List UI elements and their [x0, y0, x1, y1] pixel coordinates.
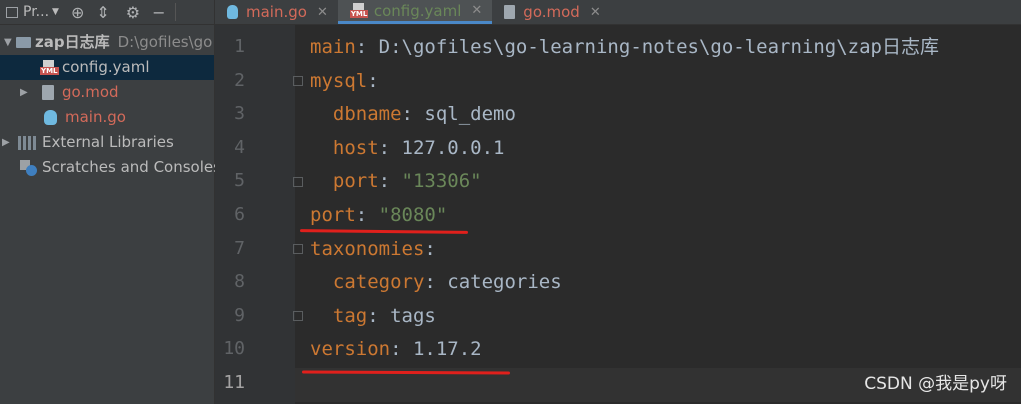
tree-item-scratches[interactable]: Scratches and Consoles — [20, 155, 221, 180]
hide-panel-icon[interactable]: − — [152, 3, 165, 22]
yaml-string-value: "8080" — [378, 204, 448, 226]
yaml-key: version — [310, 338, 391, 361]
root-folder-path: D:\gofiles\go — [117, 33, 213, 51]
line-number: 9 — [234, 304, 245, 326]
project-view-title[interactable]: Pr... — [23, 4, 49, 20]
fold-marker-icon[interactable] — [293, 244, 303, 254]
yaml-value: D:\gofiles\go-learning-notes\go-learning… — [378, 36, 939, 58]
line-number: 4 — [234, 136, 245, 158]
code-line: main: D:\gofiles\go-learning-notes\go-le… — [310, 36, 939, 58]
locate-file-icon[interactable]: ⊕ — [71, 3, 84, 22]
gear-icon[interactable]: ⚙ — [126, 3, 140, 22]
tree-item-label: Scratches and Consoles — [42, 158, 221, 176]
yaml-file-icon: YML — [349, 2, 369, 19]
tab-go-mod[interactable]: go.mod ✕ — [492, 0, 610, 24]
tree-item-external-libraries[interactable]: ▶ External Libraries — [2, 130, 174, 155]
tree-item-label: External Libraries — [42, 133, 174, 151]
close-icon[interactable]: ✕ — [471, 3, 482, 18]
expand-arrow-icon[interactable]: ▶ — [2, 130, 18, 155]
yaml-key: tag — [332, 304, 368, 327]
line-number: 5 — [234, 170, 245, 192]
file-label: go.mod — [62, 83, 119, 101]
expand-arrow-icon[interactable]: ▶ — [20, 80, 32, 105]
yaml-key: port — [332, 170, 379, 193]
code-line: mysql: — [310, 69, 379, 92]
code-line: version: 1.17.2 — [310, 338, 482, 361]
yaml-value: 127.0.0.1 — [401, 136, 505, 159]
go-file-icon — [44, 110, 57, 125]
toolbar-divider — [174, 3, 176, 21]
yaml-key: host — [332, 136, 379, 159]
tree-root-folder[interactable]: ▼ zap日志库 D:\gofiles\go — [4, 30, 212, 55]
scratches-icon — [20, 160, 38, 176]
project-view-icon[interactable] — [6, 6, 18, 18]
libraries-icon — [18, 135, 36, 150]
code-line: dbname: sql_demo — [332, 103, 516, 126]
line-number: 2 — [234, 69, 245, 91]
fold-marker-icon[interactable] — [293, 311, 303, 321]
tab-label: main.go — [246, 3, 307, 21]
line-number: 8 — [234, 271, 245, 293]
go-mod-file-icon — [504, 5, 516, 19]
yaml-key: dbname — [332, 103, 402, 126]
code-line: category: categories — [332, 271, 562, 294]
yaml-key: category — [332, 271, 425, 294]
tree-item-main-go[interactable]: main.go — [44, 105, 126, 130]
yaml-key: port — [310, 204, 356, 226]
tree-item-go-mod[interactable]: ▶ go.mod — [20, 80, 119, 105]
yaml-key: taxonomies — [310, 237, 425, 260]
folder-icon — [16, 37, 31, 48]
line-number: 3 — [234, 103, 245, 125]
code-line: tag: tags — [332, 304, 436, 327]
yaml-string-value: "13306" — [401, 170, 482, 193]
fold-marker-icon[interactable] — [293, 76, 303, 86]
code-line: host: 127.0.0.1 — [332, 136, 505, 159]
tab-main-go[interactable]: main.go ✕ — [215, 0, 338, 24]
yaml-value: categories — [447, 271, 562, 294]
code-line: port: "13306" — [332, 170, 482, 193]
go-file-icon — [227, 5, 238, 19]
project-panel: Pr... ▼ ⊕ ⇕ ⚙ − ▼ zap日志库 D:\gofiles\go Y… — [0, 0, 221, 404]
yaml-value: tags — [390, 304, 436, 327]
go-mod-file-icon — [42, 85, 54, 100]
collapse-all-icon[interactable]: ⇕ — [96, 3, 109, 22]
yaml-key: main — [310, 36, 356, 58]
project-toolbar: Pr... ▼ ⊕ ⇕ ⚙ − — [0, 0, 214, 25]
expand-arrow-icon[interactable]: ▼ — [4, 30, 16, 55]
line-number: 10 — [223, 338, 245, 360]
close-icon[interactable]: ✕ — [590, 5, 601, 20]
line-number: 7 — [234, 237, 245, 259]
tab-label: go.mod — [523, 3, 580, 21]
watermark-text: CSDN @我是py呀 — [864, 374, 1007, 394]
file-label: config.yaml — [62, 58, 150, 76]
yaml-value: sql_demo — [424, 103, 516, 126]
file-label: main.go — [65, 108, 126, 126]
close-icon[interactable]: ✕ — [317, 5, 328, 20]
code-line: taxonomies: — [310, 237, 436, 260]
fold-marker-icon[interactable] — [293, 177, 303, 187]
line-number: 1 — [234, 36, 245, 57]
yaml-value: 1.17.2 — [412, 338, 482, 361]
code-line: port: "8080" — [310, 204, 448, 226]
yaml-file-icon: YML — [40, 59, 59, 76]
line-number: 11 — [223, 372, 245, 393]
yaml-key: mysql — [310, 69, 368, 92]
line-number: 6 — [234, 204, 245, 225]
tab-config-yaml[interactable]: YML config.yaml ✕ — [337, 0, 493, 24]
dropdown-arrow-icon[interactable]: ▼ — [52, 7, 59, 17]
editor-tabs: main.go ✕ YML config.yaml ✕ go.mod ✕ — [215, 0, 1021, 25]
tree-item-config-yaml[interactable]: YML config.yaml — [40, 55, 150, 80]
tab-label: config.yaml — [373, 1, 462, 20]
root-folder-name: zap日志库 — [35, 33, 110, 51]
